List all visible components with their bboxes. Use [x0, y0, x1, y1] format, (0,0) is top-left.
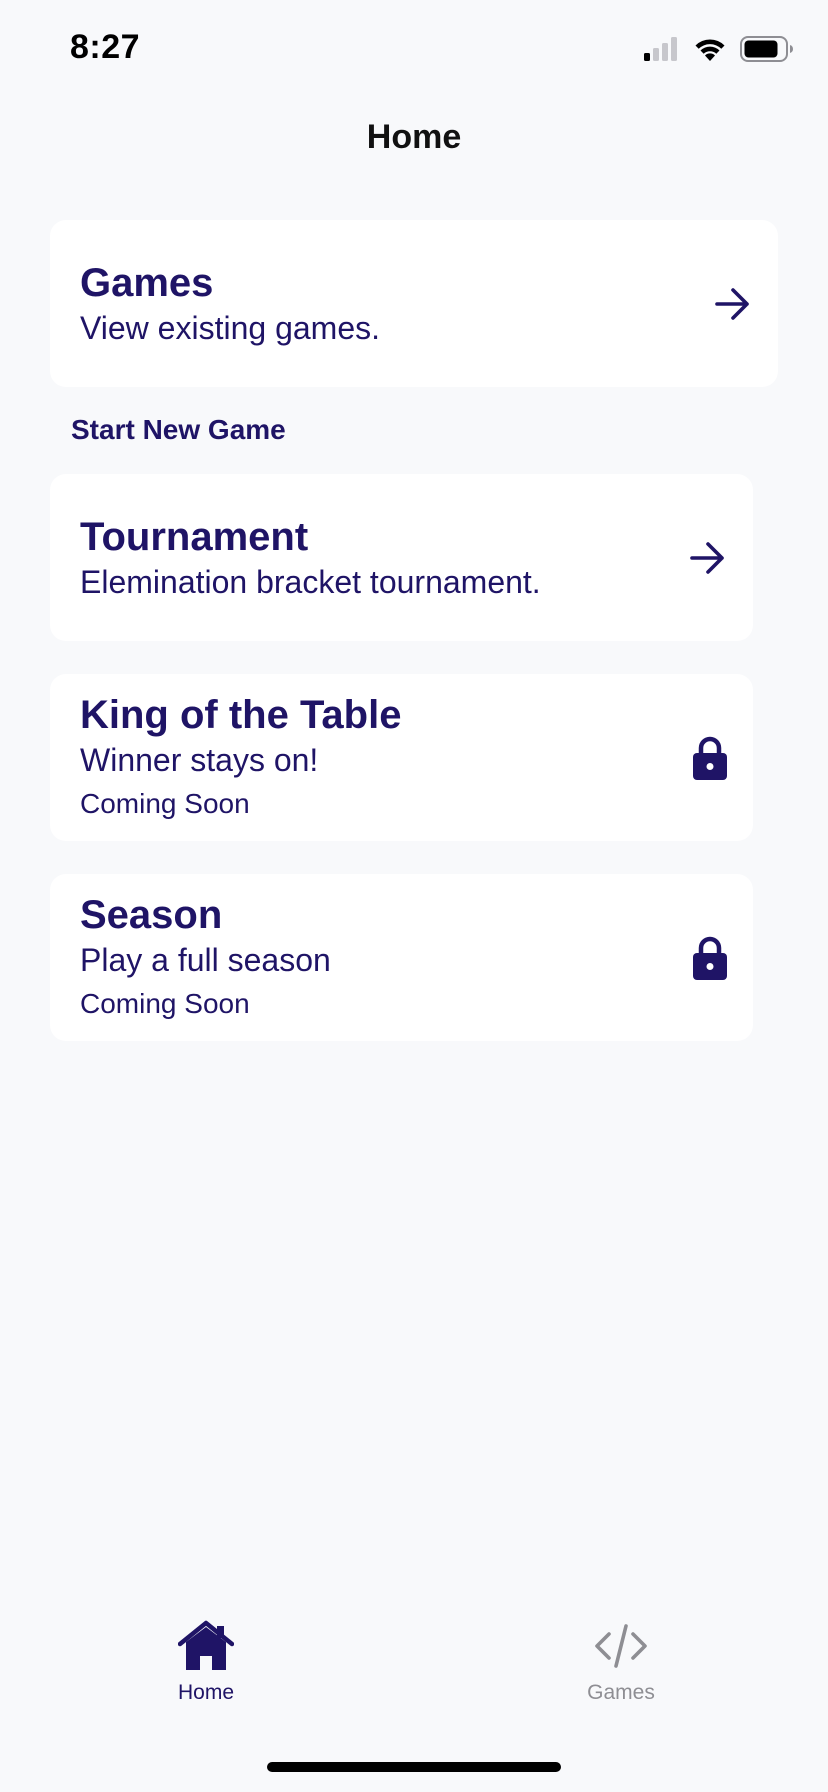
tournament-card-subtitle: Elemination bracket tournament.	[80, 564, 541, 600]
battery-icon	[740, 36, 794, 67]
tournament-card-title: Tournament	[80, 515, 309, 559]
home-screen: 8:27 Home Games View existing games. Sta…	[0, 0, 828, 1792]
home-icon	[177, 1620, 235, 1677]
status-icons	[644, 36, 794, 67]
coming-soon-label: Coming Soon	[80, 988, 250, 1019]
status-time: 8:27	[70, 28, 141, 66]
king-of-the-table-card-title: King of the Table	[80, 693, 402, 737]
tab-bar: Home Games	[0, 1620, 828, 1730]
lock-icon	[693, 936, 727, 980]
lock-icon	[693, 736, 727, 780]
home-indicator[interactable]	[267, 1762, 561, 1772]
season-card[interactable]: Season Play a full season Coming Soon	[50, 874, 753, 1041]
king-of-the-table-card[interactable]: King of the Table Winner stays on! Comin…	[50, 674, 753, 841]
season-card-subtitle: Play a full season	[80, 942, 331, 978]
tournament-card[interactable]: Tournament Elemination bracket tournamen…	[50, 474, 753, 641]
tab-games[interactable]: Games	[521, 1620, 721, 1705]
status-bar: 8:27	[0, 0, 828, 100]
season-card-title: Season	[80, 893, 223, 937]
section-label: Start New Game	[71, 414, 286, 445]
wifi-icon	[694, 37, 726, 66]
tab-games-label: Games	[587, 1681, 655, 1704]
king-of-the-table-card-subtitle: Winner stays on!	[80, 742, 319, 778]
arrow-right-icon	[689, 541, 727, 575]
cellular-signal-icon	[644, 37, 680, 66]
page-title: Home	[366, 118, 462, 156]
games-card-subtitle: View existing games.	[80, 310, 380, 346]
coming-soon-label: Coming Soon	[80, 788, 250, 819]
code-icon	[593, 1620, 649, 1677]
games-card[interactable]: Games View existing games.	[50, 220, 778, 387]
tab-home[interactable]: Home	[106, 1620, 306, 1705]
games-card-title: Games	[80, 261, 214, 305]
tab-home-label: Home	[177, 1681, 235, 1704]
arrow-right-icon	[714, 287, 752, 321]
